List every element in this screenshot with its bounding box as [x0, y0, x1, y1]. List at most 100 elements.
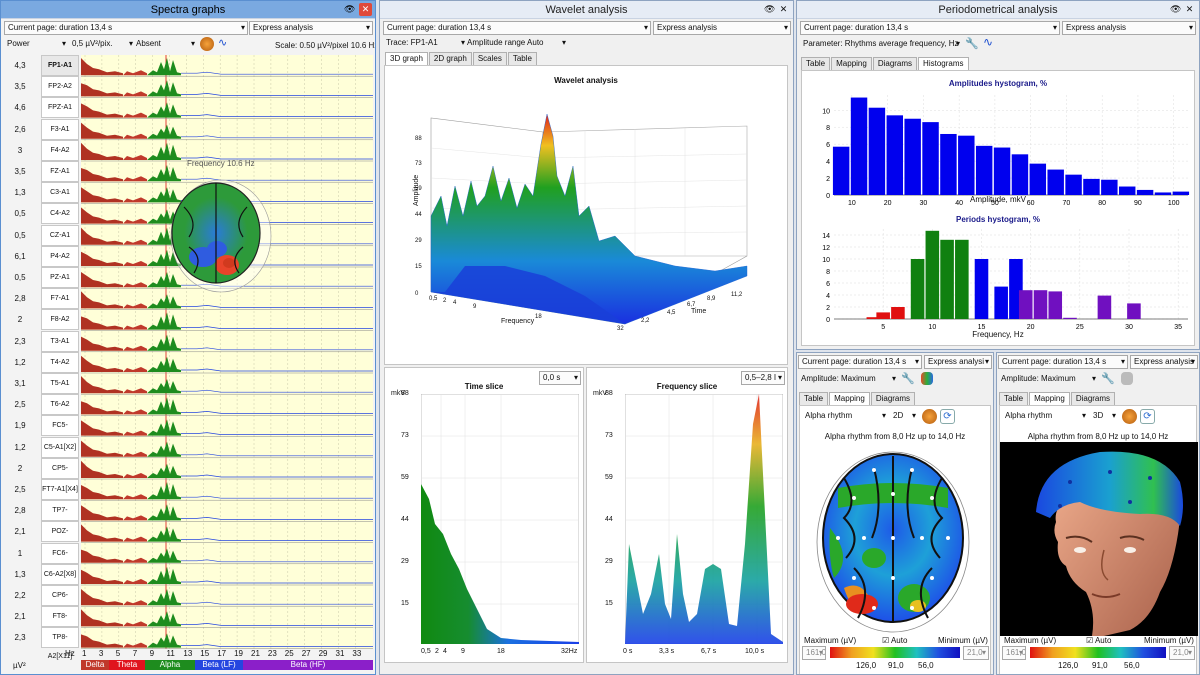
channel-label[interactable]: T4-A2 [41, 351, 79, 373]
spectrum-settings-icon[interactable]: ∿ [218, 36, 227, 49]
eye-icon[interactable]: 👁 [344, 4, 355, 15]
histogram-bar [922, 122, 939, 195]
channel-label[interactable]: F3-A1 [41, 118, 79, 140]
channel-label[interactable]: TP7-A1[X5] [41, 500, 79, 533]
tab-table[interactable]: Table [801, 57, 831, 70]
wrench-icon[interactable]: 🔧 [965, 37, 979, 50]
amp-range-dropdown[interactable]: Amplitude range Auto [464, 37, 568, 51]
view-dropdown[interactable]: 3D [1090, 410, 1118, 424]
scale-unit-dropdown[interactable]: 0,5 µV²/pix. [69, 38, 135, 52]
channel-label[interactable]: C5-A1[X2] [41, 436, 79, 458]
head-gray-icon[interactable] [1121, 372, 1133, 385]
histogram-bar [1065, 174, 1082, 195]
close-icon[interactable]: ✕ [778, 4, 789, 15]
tab-scales[interactable]: Scales [472, 52, 507, 65]
channel-label[interactable]: CP6-A2[X9] [41, 585, 79, 618]
channel-label[interactable]: CP5-A1[X3] [41, 457, 79, 491]
page-dropdown[interactable]: Current page: duration 13,4 s [4, 21, 248, 35]
auto-checkbox[interactable]: ☑ Auto [1086, 636, 1111, 645]
page-dropdown[interactable]: Current page: duration 13,4 s [383, 21, 651, 35]
tab-diagrams[interactable]: Diagrams [870, 392, 916, 405]
time-slice-dropdown[interactable]: 0,0 s [539, 371, 581, 385]
channel-label[interactable]: T5-A1 [41, 373, 79, 394]
channel-label[interactable]: C4-A2 [41, 203, 79, 225]
wrench-icon[interactable]: 🔧 [1101, 372, 1115, 385]
tab-table[interactable]: Table [507, 52, 537, 65]
map3d-caption: Alpha rhythm from 8,0 Hz up to 14,0 Hz [1027, 432, 1169, 441]
express-dropdown[interactable]: Express analysis [653, 21, 791, 35]
mode-dropdown[interactable]: Power [4, 38, 68, 52]
channel-label[interactable]: FPZ-A1 [41, 97, 79, 119]
eye-icon[interactable]: 👁 [1170, 4, 1181, 15]
head-color-icon[interactable] [921, 372, 933, 385]
tab-diagrams[interactable]: Diagrams [1070, 392, 1116, 405]
min-input[interactable]: 21,0 [1169, 646, 1195, 660]
refresh-icon[interactable]: ⟳ [1140, 409, 1155, 424]
min-input[interactable]: 21,0 [963, 646, 989, 660]
amp-tick: 44 [415, 212, 422, 218]
express-dropdown[interactable]: Express analysi [924, 355, 992, 369]
channel-label[interactable]: FT7-A1[X4] [41, 479, 79, 500]
tab-mapping[interactable]: Mapping [829, 392, 870, 405]
channel-scale-value: 2,6 [14, 124, 26, 134]
tab-histograms[interactable]: Histograms [918, 57, 969, 70]
tab-table[interactable]: Table [999, 392, 1029, 405]
max-input[interactable]: 161,0 [1002, 646, 1026, 660]
page-dropdown[interactable]: Current page: duration 13,4 s [800, 21, 1060, 35]
channel-label[interactable]: FT8-A2[X10] [41, 606, 79, 639]
channel-label[interactable]: PZ-A1 [41, 267, 79, 288]
channel-label[interactable]: P4-A2 [41, 245, 79, 267]
view-dropdown[interactable]: 2D [890, 410, 918, 424]
channel-label[interactable]: F7-A1 [41, 288, 79, 310]
channel-label[interactable]: POZ-A2[X6] [41, 521, 79, 554]
time-tick: 4,5 [667, 310, 676, 316]
amplitude-dropdown[interactable]: Amplitude: Maximum [798, 373, 898, 387]
tab-mapping[interactable]: Mapping [1029, 392, 1070, 405]
channel-label[interactable]: F4-A2 [41, 139, 79, 161]
wrench-icon[interactable]: 🔧 [901, 372, 915, 385]
channel-label[interactable]: T3-A1 [41, 330, 79, 352]
channel-label[interactable]: FC5-A1[X1] [41, 415, 79, 448]
express-dropdown[interactable]: Express analysis [1062, 21, 1196, 35]
express-dropdown[interactable]: Express analysis [249, 21, 373, 35]
map2d-box: Alpha rhythm 2D ⟳ Alpha rhythm from 8,0 … [799, 405, 991, 674]
channel-label[interactable]: T6-A2 [41, 394, 79, 416]
head-icon[interactable] [922, 409, 937, 424]
head-map-icon[interactable] [200, 37, 214, 51]
page-dropdown[interactable]: Current page: duration 13,4 s [998, 355, 1128, 369]
refresh-icon[interactable]: ⟳ [940, 409, 955, 424]
eye-icon[interactable]: 👁 [764, 4, 775, 15]
tab-diagrams[interactable]: Diagrams [872, 57, 918, 70]
hz-label: Hz [65, 649, 75, 658]
channel-scale-value: 1,2 [14, 357, 26, 367]
channel-label[interactable]: C6-A2[X8] [41, 563, 79, 585]
trace-dropdown[interactable]: Trace: FP1-A1 [383, 37, 467, 51]
tab-table[interactable]: Table [799, 392, 829, 405]
tab-2d-graph[interactable]: 2D graph [428, 52, 472, 65]
absent-dropdown[interactable]: Absent [133, 38, 197, 52]
channel-label[interactable]: C3-A1 [41, 182, 79, 204]
parameter-dropdown[interactable]: Parameter: Rhythms average frequency, Hz [800, 38, 962, 52]
tab-mapping[interactable]: Mapping [831, 57, 872, 70]
tab-3d-graph[interactable]: 3D graph [385, 52, 428, 65]
close-icon[interactable]: ✕ [1184, 4, 1195, 15]
waveform-icon[interactable]: ∿ [983, 35, 993, 49]
channel-label[interactable]: FP2-A2 [41, 76, 79, 98]
channel-label[interactable]: F8-A2 [41, 309, 79, 331]
auto-checkbox[interactable]: ☑ Auto [882, 636, 907, 645]
channel-label[interactable]: FP1-A1 [41, 55, 79, 76]
rhythm-dropdown[interactable]: Alpha rhythm [1002, 410, 1088, 424]
rhythm-dropdown[interactable]: Alpha rhythm [802, 410, 888, 424]
head-icon[interactable] [1122, 409, 1137, 424]
y-tick: 88 [605, 390, 613, 397]
express-dropdown[interactable]: Express analysis [1130, 355, 1198, 369]
close-icon[interactable]: ✕ [359, 3, 372, 16]
map3d-tabs: Table Mapping Diagrams [999, 392, 1116, 405]
page-dropdown[interactable]: Current page: duration 13,4 s [798, 355, 922, 369]
amplitude-dropdown[interactable]: Amplitude: Maximum [998, 373, 1098, 387]
channel-label[interactable]: FZ-A1 [41, 161, 79, 182]
channel-label[interactable]: CZ-A1 [41, 224, 79, 246]
channel-label[interactable]: FC6-A2[X7] [41, 542, 79, 576]
freq-slice-dropdown[interactable]: 0,5–2,8 I [741, 371, 785, 385]
max-input[interactable]: 161,0 [802, 646, 826, 660]
